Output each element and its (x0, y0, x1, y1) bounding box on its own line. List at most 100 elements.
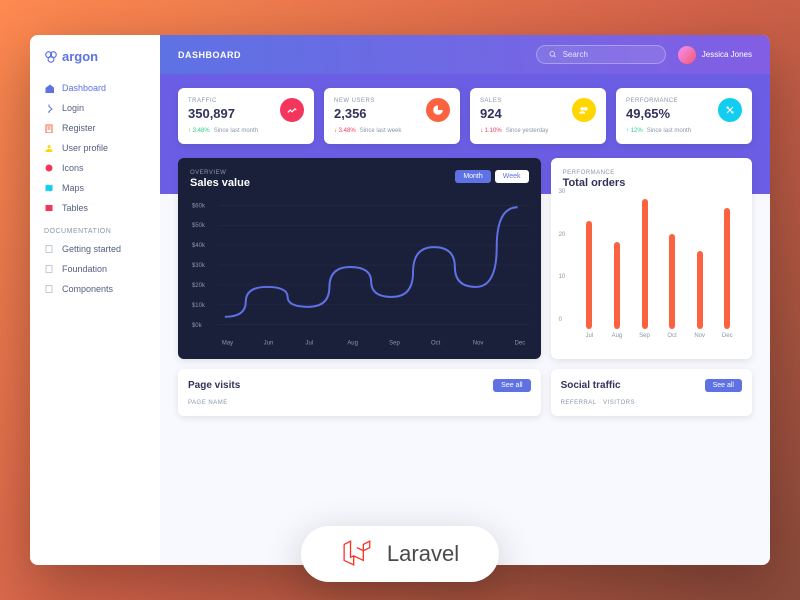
svg-text:$60k: $60k (192, 203, 205, 209)
svg-text:Nov: Nov (473, 341, 484, 347)
bar (697, 251, 703, 329)
svg-text:Dec: Dec (515, 341, 526, 347)
stat-label: NEW USERS (334, 98, 375, 104)
stat-delta: ↓ 3.48% (334, 128, 356, 134)
stat-icon (280, 98, 304, 122)
orders-chart-title: Total orders (563, 177, 740, 189)
search-icon (549, 50, 557, 59)
doc-label: Foundation (62, 264, 107, 274)
user-name: Jessica Jones (702, 50, 752, 59)
bar (642, 199, 648, 329)
sidebar-item-register[interactable]: Register (30, 118, 160, 138)
page-visits-card: Page visits See all PAGE NAME (178, 369, 541, 416)
sidebar-item-user-profile[interactable]: User profile (30, 138, 160, 158)
sidebar-item-tables[interactable]: Tables (30, 198, 160, 218)
nav-label: Dashboard (62, 83, 106, 93)
search-box[interactable] (536, 45, 666, 64)
avatar (678, 46, 696, 64)
svg-text:Jul: Jul (306, 341, 314, 347)
page-visits-col: PAGE NAME (188, 400, 531, 406)
brand-name: argon (62, 49, 98, 64)
sidebar-item-icons[interactable]: Icons (30, 158, 160, 178)
doc-icon (44, 284, 54, 294)
stat-delta: ↑ 3.48% (188, 128, 210, 134)
svg-text:Sep: Sep (389, 341, 400, 347)
doc-item-getting-started[interactable]: Getting started (30, 239, 160, 259)
bar (614, 242, 620, 329)
content: TRAFFIC350,897↑ 3.48%Since last monthNEW… (160, 74, 770, 565)
user-menu[interactable]: Jessica Jones (678, 46, 752, 64)
bar-label: Sep (639, 333, 650, 339)
page-visits-title: Page visits (188, 380, 240, 391)
bar-label: Dec (722, 333, 733, 339)
stat-cards: TRAFFIC350,897↑ 3.48%Since last monthNEW… (178, 88, 752, 144)
icons-icon (44, 163, 54, 173)
social-title: Social traffic (561, 380, 621, 391)
stat-card-traffic: TRAFFIC350,897↑ 3.48%Since last month (178, 88, 314, 144)
doc-item-components[interactable]: Components (30, 279, 160, 299)
svg-text:Aug: Aug (347, 341, 358, 347)
map-icon (44, 183, 54, 193)
page-title: DASHBOARD (178, 50, 241, 60)
sales-chart-card: OVERVIEW Sales value Month Week $60k$50k… (178, 158, 541, 359)
stat-card-performance: PERFORMANCE49,65%↑ 12%Since last month (616, 88, 752, 144)
bar-col: Sep (636, 199, 654, 339)
doc-item-foundation[interactable]: Foundation (30, 259, 160, 279)
tab-week[interactable]: Week (495, 170, 529, 183)
stat-label: SALES (480, 98, 502, 104)
stat-card-sales: SALES924↓ 1.10%Since yesterday (470, 88, 606, 144)
nav-label: Maps (62, 183, 84, 193)
badge-text: Laravel (387, 541, 459, 567)
doc-icon (44, 244, 54, 254)
bar-label: Jul (586, 333, 594, 339)
bar-col: Aug (608, 242, 626, 339)
sales-line-chart: $60k$50k$40k$30k$20k$10k$0kMayJunJulAugS… (190, 197, 529, 347)
tab-month[interactable]: Month (455, 170, 490, 183)
bar (669, 234, 675, 329)
stat-since: Since last week (360, 128, 402, 134)
bar-label: Nov (694, 333, 705, 339)
doc-section-title: DOCUMENTATION (30, 218, 160, 239)
orders-bar-chart: 3020100 JulAugSepOctNovDec (563, 189, 740, 339)
svg-text:$20k: $20k (192, 283, 205, 289)
svg-text:$10k: $10k (192, 303, 205, 309)
stat-value: 350,897 (188, 106, 235, 121)
bar (724, 208, 730, 329)
doc-icon (44, 264, 54, 274)
sidebar-item-login[interactable]: Login (30, 98, 160, 118)
search-input[interactable] (563, 50, 653, 59)
svg-text:May: May (222, 341, 233, 347)
svg-text:$50k: $50k (192, 223, 205, 229)
page-visits-see-all[interactable]: See all (493, 379, 530, 392)
main: DASHBOARD Jessica Jones TRAFFIC350,897↑ … (160, 35, 770, 565)
svg-text:$0k: $0k (192, 323, 202, 329)
stat-icon (718, 98, 742, 122)
logo-icon (44, 50, 58, 64)
nav-label: Login (62, 103, 84, 113)
social-cols: REFERRAL VISITORS (561, 400, 742, 406)
doc-label: Components (62, 284, 113, 294)
svg-text:Jun: Jun (264, 341, 274, 347)
social-traffic-card: Social traffic See all REFERRAL VISITORS (551, 369, 752, 416)
bar-col: Oct (663, 234, 681, 339)
stat-delta: ↑ 12% (626, 128, 643, 134)
nav-label: Icons (62, 163, 84, 173)
register-icon (44, 123, 54, 133)
stat-card-new-users: NEW USERS2,356↓ 3.48%Since last week (324, 88, 460, 144)
orders-chart-sub: PERFORMANCE (563, 170, 740, 176)
stat-since: Since yesterday (506, 128, 549, 134)
header: DASHBOARD Jessica Jones (160, 35, 770, 74)
social-see-all[interactable]: See all (705, 379, 742, 392)
bar (586, 221, 592, 329)
bar-label: Oct (667, 333, 676, 339)
stat-delta: ↓ 1.10% (480, 128, 502, 134)
bar-col: Jul (581, 221, 599, 339)
laravel-badge: Laravel (301, 526, 499, 582)
stat-icon (572, 98, 596, 122)
orders-chart-card: PERFORMANCE Total orders 3020100 JulAugS… (551, 158, 752, 359)
stat-label: PERFORMANCE (626, 98, 678, 104)
svg-text:$30k: $30k (192, 263, 205, 269)
sidebar-item-dashboard[interactable]: Dashboard (30, 78, 160, 98)
sidebar-item-maps[interactable]: Maps (30, 178, 160, 198)
brand-logo[interactable]: argon (30, 49, 160, 78)
